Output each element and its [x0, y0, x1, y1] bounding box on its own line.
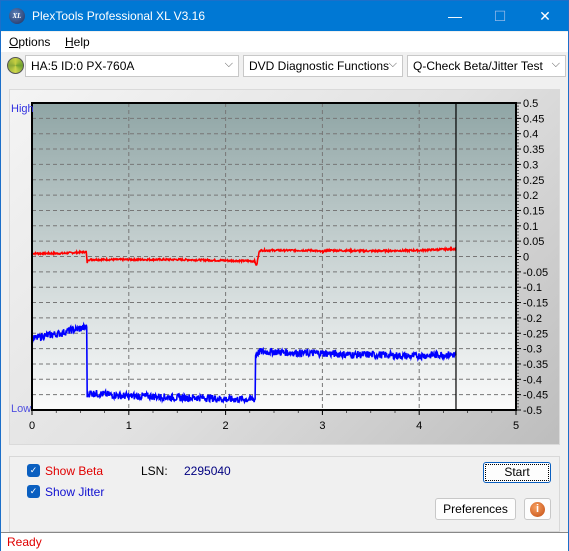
y-tick-label: 0.4: [523, 129, 538, 141]
y-tick-label: -0.25: [523, 328, 548, 340]
show-jitter-label[interactable]: Show Jitter: [45, 485, 104, 499]
info-icon: i: [530, 502, 545, 517]
y-tick-label: -0.5: [523, 405, 542, 417]
app-logo-icon: XL: [9, 8, 25, 24]
menu-help[interactable]: Help: [65, 35, 90, 49]
disc-drive-icon: [7, 57, 24, 74]
close-button[interactable]: ✕: [522, 1, 568, 31]
show-beta-checkbox[interactable]: ✓: [27, 464, 40, 477]
beta-jitter-chart: 0.5 0.45 0.4 0.35 0.3 0.25 0.2 0.15 0.1 0.05 0 -0.0…: [11, 98, 548, 432]
y-tick-label: 0.25: [523, 175, 544, 187]
x-tick-label: 3: [319, 420, 325, 432]
y-tick-label: 0: [523, 252, 529, 264]
chevron-down-icon: ⌵: [388, 58, 397, 70]
x-tick-label: 5: [513, 420, 519, 432]
lsn-label: LSN:: [141, 464, 168, 478]
x-tick-label: 4: [416, 420, 422, 432]
menu-options[interactable]: Options: [9, 35, 50, 49]
check-icon: ✓: [29, 465, 38, 475]
y-tick-label: -0.2: [523, 313, 542, 325]
function-select[interactable]: DVD Diagnostic Functions ⌵: [243, 55, 403, 77]
y-tick-label: -0.1: [523, 282, 542, 294]
y-tick-label: 0.05: [523, 236, 544, 248]
app-window: XL PlexTools Professional XL V3.16 — ☐ ✕…: [0, 0, 569, 551]
test-select-value: Q-Check Beta/Jitter Test: [413, 59, 543, 73]
y-tick-label: 0.1: [523, 221, 538, 233]
info-button[interactable]: i: [524, 498, 551, 520]
chevron-down-icon: ⌵: [224, 58, 233, 70]
chevron-down-icon: ⌵: [551, 58, 560, 70]
preferences-button[interactable]: Preferences: [435, 498, 516, 520]
status-text: Ready: [7, 535, 42, 549]
menu-options-accel: O: [9, 35, 19, 49]
show-beta-label[interactable]: Show Beta: [45, 464, 103, 478]
lsn-value: 2295040: [184, 464, 231, 478]
y-tick-label: 0.3: [523, 159, 538, 171]
y-tick-label: 0.15: [523, 205, 544, 217]
maximize-button[interactable]: ☐: [477, 1, 523, 31]
y-tick-label: -0.45: [523, 390, 548, 402]
x-tick-label: 0: [29, 420, 35, 432]
controls-panel: ✓ Show Beta ✓ Show Jitter LSN: 2295040 S…: [9, 456, 560, 532]
y-tick-label: 0.2: [523, 190, 538, 202]
y-tick-label: -0.35: [523, 359, 548, 371]
status-bar: Ready: [1, 532, 568, 551]
toolbar: HA:5 ID:0 PX-760A ⌵ DVD Diagnostic Funct…: [1, 52, 568, 81]
menu-options-rest: ptions: [18, 35, 51, 49]
x-tick-label: 2: [223, 420, 229, 432]
window-title: PlexTools Professional XL V3.16: [32, 9, 205, 23]
y-tick-label: -0.05: [523, 267, 548, 279]
function-select-value: DVD Diagnostic Functions: [249, 59, 390, 73]
y-tick-label: -0.15: [523, 298, 548, 310]
check-icon: ✓: [29, 486, 38, 496]
menu-help-rest: elp: [73, 35, 90, 49]
menu-bar: Options Help: [1, 32, 568, 52]
menu-help-accel: H: [65, 35, 74, 49]
start-button[interactable]: Start: [483, 462, 551, 483]
y-tick-label: 0.35: [523, 144, 544, 156]
title-bar: XL PlexTools Professional XL V3.16 — ☐ ✕: [1, 1, 568, 31]
x-tick-label: 1: [126, 420, 132, 432]
show-jitter-checkbox[interactable]: ✓: [27, 485, 40, 498]
minimize-button[interactable]: —: [432, 1, 478, 31]
y-tick-label: 0.45: [523, 113, 544, 125]
chart-panel: 0.5 0.45 0.4 0.35 0.3 0.25 0.2 0.15 0.1 0.05 0 -0.0…: [9, 89, 560, 445]
drive-select[interactable]: HA:5 ID:0 PX-760A ⌵: [25, 55, 239, 77]
drive-select-value: HA:5 ID:0 PX-760A: [31, 59, 135, 73]
y-tick-label: -0.3: [523, 344, 542, 356]
y-tick-label: -0.4: [523, 374, 542, 386]
test-select[interactable]: Q-Check Beta/Jitter Test ⌵: [407, 55, 566, 77]
y-tick-label: 0.5: [523, 98, 538, 110]
low-label: Low: [11, 403, 31, 415]
high-label: High: [11, 103, 34, 115]
